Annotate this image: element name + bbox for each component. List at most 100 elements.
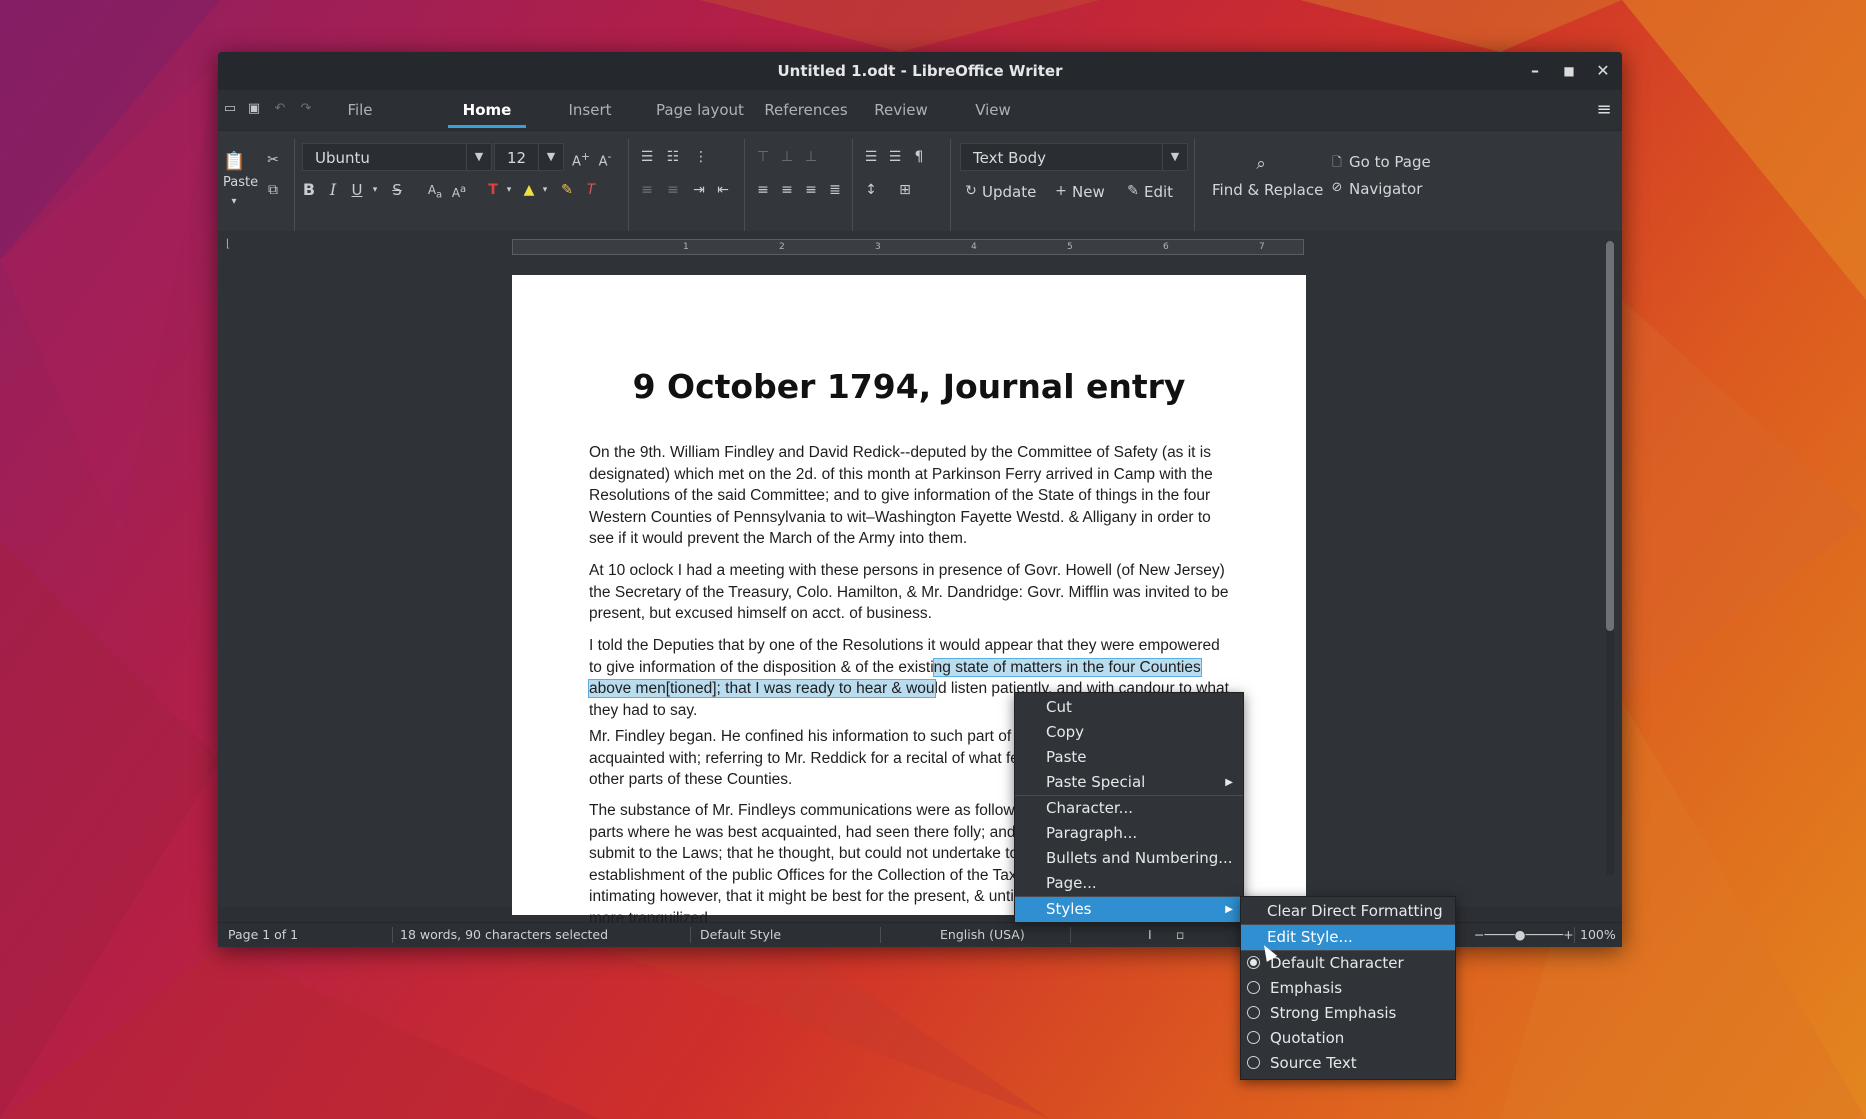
zoom-slider[interactable]: −────●─────+ [1474, 923, 1574, 947]
menu-item-paste-special[interactable]: Paste Special ▶ [1015, 770, 1243, 795]
align-right-icon[interactable]: ≡ [800, 179, 822, 201]
shrink-font-icon[interactable]: A- [594, 146, 616, 169]
update-style-button[interactable]: Update [982, 183, 1036, 201]
decrease-indent-icon[interactable]: ⇤ [712, 179, 734, 201]
font-size-box[interactable]: 12 ▼ [494, 143, 564, 171]
indent-icon[interactable]: ≡ [636, 179, 658, 201]
undo-icon[interactable]: ↶ [272, 101, 288, 117]
strikethrough-icon[interactable]: S [386, 179, 408, 201]
cut-icon[interactable]: ✂ [262, 149, 284, 171]
horizontal-ruler[interactable]: 1 2 3 4 5 6 7 [512, 239, 1304, 255]
zoom-level[interactable]: 100% [1580, 923, 1616, 947]
menu-item-paragraph[interactable]: Paragraph... [1015, 821, 1243, 846]
superscript-icon[interactable]: Aa [448, 179, 470, 201]
menu-item-paste[interactable]: Paste [1015, 745, 1243, 770]
menu-item-cut[interactable]: Cut [1015, 695, 1243, 720]
chevron-down-icon[interactable]: ▼ [466, 144, 491, 170]
font-color-dropdown-icon[interactable]: ▾ [498, 179, 520, 201]
chevron-down-icon[interactable]: ▼ [1162, 144, 1187, 170]
page-count[interactable]: Page 1 of 1 [228, 923, 298, 947]
underline-dropdown-icon[interactable]: ▾ [364, 179, 386, 201]
align-left-icon[interactable]: ≡ [752, 179, 774, 201]
save-icon[interactable]: ▣ [246, 101, 262, 117]
page-style[interactable]: Default Style [700, 923, 781, 947]
edit-style-button[interactable]: Edit [1144, 183, 1173, 201]
go-to-page-button[interactable]: Go to Page [1349, 153, 1431, 171]
edit-style-icon[interactable]: ✎ [1122, 180, 1144, 202]
clone-formatting-icon[interactable]: ⧉ [262, 179, 284, 201]
tab-references[interactable]: References [758, 90, 854, 130]
line-spacing-icon[interactable]: ↕ [860, 179, 882, 201]
update-style-icon[interactable]: ↻ [960, 180, 982, 202]
tab-home[interactable]: Home [448, 90, 526, 130]
outdent-icon[interactable]: ≡ [662, 179, 684, 201]
language[interactable]: English (USA) [940, 923, 1025, 947]
separator [392, 927, 393, 943]
subscript-icon[interactable]: Aa [424, 179, 446, 201]
justify-icon[interactable]: ≣ [824, 179, 846, 201]
redo-icon[interactable]: ↷ [298, 101, 314, 117]
menu-item-clear-direct-formatting[interactable]: Clear Direct Formatting [1241, 899, 1455, 924]
minimize-button[interactable]: – [1518, 52, 1552, 90]
new-style-button[interactable]: New [1072, 183, 1105, 201]
paste-dropdown-icon[interactable]: ▾ [223, 191, 245, 213]
vertical-scrollbar[interactable] [1606, 241, 1614, 875]
align-top-icon[interactable]: ⊤ [752, 146, 774, 168]
numbered-list-icon[interactable]: ☷ [662, 146, 684, 168]
menu-item-quotation[interactable]: Quotation [1241, 1026, 1455, 1051]
paragraph-style-box[interactable]: Text Body ▼ [960, 143, 1188, 171]
document-modified-icon[interactable]: ▫ [1176, 923, 1184, 947]
formatting-marks-icon[interactable]: ¶ [908, 146, 930, 168]
selection-mode-icon[interactable]: I [1148, 923, 1152, 947]
font-name-box[interactable]: Ubuntu ▼ [302, 143, 492, 171]
highlight-dropdown-icon[interactable]: ▾ [534, 179, 556, 201]
find-replace-button[interactable]: Find & Replace [1212, 181, 1323, 199]
italic-icon[interactable]: I [322, 179, 344, 201]
scrollbar-thumb[interactable] [1606, 241, 1614, 631]
chevron-down-icon[interactable]: ▼ [538, 144, 563, 170]
tab-view[interactable]: View [970, 90, 1016, 130]
menu-item-page[interactable]: Page... [1015, 871, 1243, 896]
character-highlight-icon[interactable]: ✎ [556, 179, 578, 201]
menu-item-bullets-numbering[interactable]: Bullets and Numbering... [1015, 846, 1243, 871]
menu-item-character[interactable]: Character... [1015, 796, 1243, 821]
clear-formatting-icon[interactable]: T [580, 179, 602, 201]
outline-list-icon[interactable]: ⋮ [690, 146, 712, 168]
menu-item-source-text[interactable]: Source Text [1241, 1051, 1455, 1076]
menu-item-copy[interactable]: Copy [1015, 720, 1243, 745]
paragraph-2[interactable]: At 10 oclock I had a meeting with these … [589, 560, 1234, 625]
align-bottom-icon[interactable]: ⊥ [800, 146, 822, 168]
tab-stop-type-icon[interactable]: ⌊ [226, 237, 230, 250]
maximize-button[interactable]: ■ [1552, 52, 1586, 90]
tab-review[interactable]: Review [870, 90, 932, 130]
increase-indent-icon[interactable]: ⇥ [688, 179, 710, 201]
spacing-increase-icon[interactable]: ☰ [860, 146, 882, 168]
navigator-icon[interactable]: ⊘ [1326, 177, 1348, 199]
tab-file[interactable]: File [332, 90, 388, 130]
tab-insert[interactable]: Insert [558, 90, 622, 130]
menu-item-edit-style[interactable]: Edit Style... [1241, 925, 1455, 950]
menu-item-strong-emphasis[interactable]: Strong Emphasis [1241, 1001, 1455, 1026]
word-count[interactable]: 18 words, 90 characters selected [400, 923, 608, 947]
open-icon[interactable]: ▭ [222, 101, 238, 117]
navigator-button[interactable]: Navigator [1349, 180, 1422, 198]
menu-item-emphasis[interactable]: Emphasis [1241, 976, 1455, 1001]
separator [852, 139, 853, 231]
menu-item-styles[interactable]: Styles ▶ [1015, 897, 1243, 922]
tab-page-layout[interactable]: Page layout [650, 90, 750, 130]
paragraph-1[interactable]: On the 9th. William Findley and David Re… [589, 442, 1234, 550]
search-icon[interactable]: ⌕ [1250, 153, 1272, 175]
bold-icon[interactable]: B [298, 179, 320, 201]
bullet-list-icon[interactable]: ☰ [636, 146, 658, 168]
go-to-page-icon[interactable]: 🗋 [1326, 151, 1348, 173]
spacing-decrease-icon[interactable]: ☰ [884, 146, 906, 168]
paragraph-spacing-icon[interactable]: ⊞ [894, 179, 916, 201]
close-button[interactable]: ✕ [1586, 52, 1620, 90]
new-style-icon[interactable]: + [1050, 180, 1072, 202]
menu-hamburger-icon[interactable]: ≡ [1592, 98, 1616, 122]
grow-font-icon[interactable]: A+ [570, 146, 592, 169]
paste-label[interactable]: Paste [223, 175, 258, 190]
paste-icon[interactable]: 📋 [223, 151, 245, 173]
align-middle-icon[interactable]: ⊥ [776, 146, 798, 168]
align-center-icon[interactable]: ≡ [776, 179, 798, 201]
